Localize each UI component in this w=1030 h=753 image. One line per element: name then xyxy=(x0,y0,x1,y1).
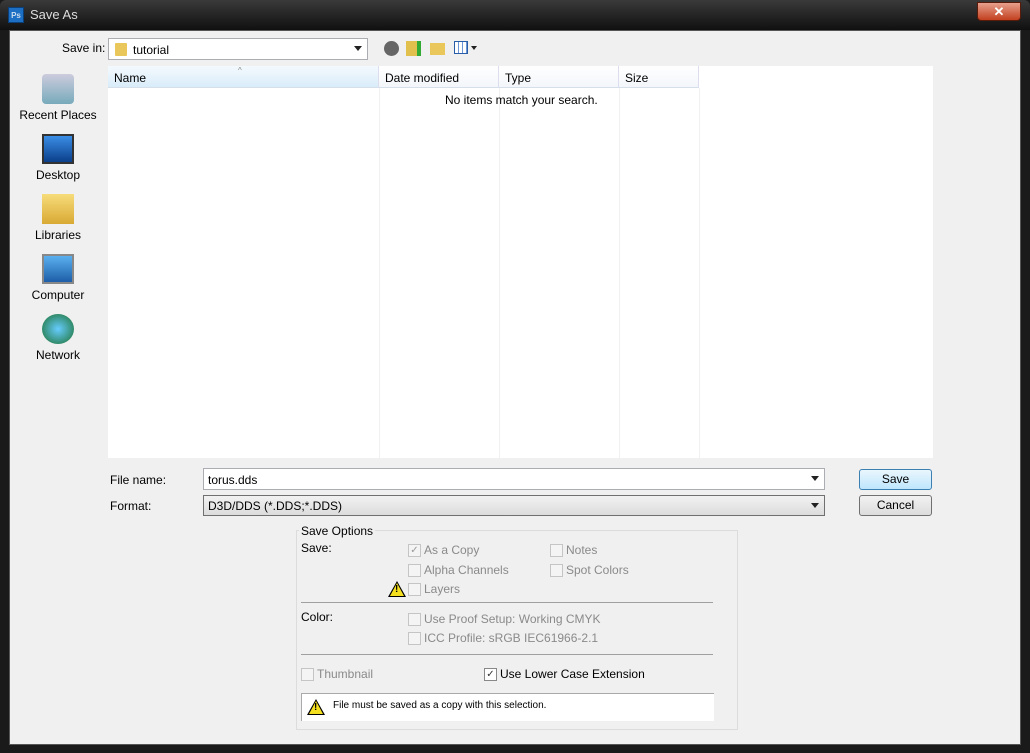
sidebar-label: Computer xyxy=(31,288,85,302)
up-folder-icon[interactable] xyxy=(406,41,421,56)
checkbox-label: Spot Colors xyxy=(566,563,629,577)
column-header-size[interactable]: Size xyxy=(619,66,699,88)
folder-icon xyxy=(115,43,127,56)
save-in-dropdown[interactable]: tutorial xyxy=(108,38,368,60)
chevron-down-icon xyxy=(354,46,362,51)
back-icon[interactable] xyxy=(384,41,399,56)
warning-message: File must be saved as a copy with this s… xyxy=(333,700,547,711)
use-proof-setup-checkbox[interactable]: Use Proof Setup: Working CMYK xyxy=(408,612,601,627)
column-divider xyxy=(699,88,700,458)
file-name-label: File name: xyxy=(110,473,167,487)
sort-ascending-icon: ^ xyxy=(238,66,242,75)
column-divider xyxy=(499,88,500,458)
lower-case-extension-checkbox[interactable]: ✓ Use Lower Case Extension xyxy=(484,667,645,682)
sidebar-item-computer[interactable]: Computer xyxy=(12,254,104,302)
sidebar-item-recent-places[interactable]: Recent Places xyxy=(12,74,104,122)
checkbox-label: Thumbnail xyxy=(317,667,374,681)
checkbox[interactable] xyxy=(408,632,421,646)
divider xyxy=(301,654,713,655)
checkbox-label: Use Lower Case Extension xyxy=(500,667,645,681)
checkbox[interactable] xyxy=(408,613,421,627)
new-folder-icon[interactable] xyxy=(430,43,445,55)
warning-panel: ! File must be saved as a copy with this… xyxy=(301,693,714,721)
alpha-channels-checkbox[interactable]: Alpha Channels xyxy=(408,563,509,578)
sidebar-label: Libraries xyxy=(34,228,82,242)
save-in-value: tutorial xyxy=(133,43,170,57)
save-button[interactable]: Save xyxy=(859,469,932,490)
chevron-down-icon xyxy=(811,503,819,508)
view-chevron-icon[interactable] xyxy=(471,46,477,50)
as-a-copy-checkbox[interactable]: ✓ As a Copy xyxy=(408,543,480,558)
color-label: Color: xyxy=(301,610,334,624)
chevron-down-icon[interactable] xyxy=(811,476,819,481)
sidebar-item-libraries[interactable]: Libraries xyxy=(12,194,104,242)
warning-icon: ! xyxy=(307,699,325,715)
file-name-input[interactable]: torus.dds xyxy=(203,468,825,490)
save-options-title: Save Options xyxy=(299,524,376,538)
file-list[interactable]: Name ^ Date modified Type Size No items … xyxy=(108,66,933,458)
checkbox-label: Layers xyxy=(424,582,461,596)
close-button[interactable]: ✕ xyxy=(977,2,1021,21)
computer-icon xyxy=(42,254,74,284)
checkbox[interactable] xyxy=(408,564,421,578)
warning-icon: ! xyxy=(388,581,406,597)
cancel-button[interactable]: Cancel xyxy=(859,495,932,516)
checkbox[interactable] xyxy=(301,668,314,682)
save-in-label: Save in: xyxy=(62,41,106,55)
checkbox-label: As a Copy xyxy=(424,543,480,557)
thumbnail-checkbox[interactable]: Thumbnail xyxy=(301,667,374,682)
checkbox-label: Use Proof Setup: Working CMYK xyxy=(424,612,601,626)
window-title: Save As xyxy=(30,7,78,22)
sidebar-label: Recent Places xyxy=(19,108,97,122)
spot-colors-checkbox[interactable]: Spot Colors xyxy=(550,563,629,578)
view-menu-icon[interactable] xyxy=(454,41,468,54)
title-bar xyxy=(0,0,1030,30)
libraries-icon xyxy=(42,194,74,224)
recent-places-icon xyxy=(42,74,74,104)
divider xyxy=(301,602,713,603)
notes-checkbox[interactable]: Notes xyxy=(550,543,598,558)
checkbox[interactable] xyxy=(550,544,563,558)
checkbox[interactable]: ✓ xyxy=(484,668,497,682)
checkbox-label: ICC Profile: sRGB IEC61966-2.1 xyxy=(424,631,599,645)
checkbox[interactable] xyxy=(550,564,563,578)
column-header-name[interactable]: Name xyxy=(108,66,379,88)
sidebar-item-desktop[interactable]: Desktop xyxy=(12,134,104,182)
column-divider xyxy=(379,88,380,458)
checkbox-label: Alpha Channels xyxy=(424,563,509,577)
save-label: Save: xyxy=(301,541,332,555)
checkbox[interactable] xyxy=(408,583,421,597)
icc-profile-checkbox[interactable]: ICC Profile: sRGB IEC61966-2.1 xyxy=(408,631,599,646)
format-select[interactable]: D3D/DDS (*.DDS;*.DDS) xyxy=(203,495,825,516)
checkbox[interactable]: ✓ xyxy=(408,544,421,558)
sidebar-label: Desktop xyxy=(35,168,81,182)
format-label: Format: xyxy=(110,499,152,513)
file-name-value: torus.dds xyxy=(208,473,258,487)
column-header-type[interactable]: Type xyxy=(499,66,619,88)
sidebar-label: Network xyxy=(35,348,80,362)
photoshop-icon: Ps xyxy=(8,7,24,23)
checkbox-label: Notes xyxy=(566,543,598,557)
format-value: D3D/DDS (*.DDS;*.DDS) xyxy=(208,499,343,513)
sidebar-item-network[interactable]: Network xyxy=(12,314,104,362)
desktop-icon xyxy=(42,134,74,164)
empty-message: No items match your search. xyxy=(445,93,598,107)
column-header-date-modified[interactable]: Date modified xyxy=(379,66,499,88)
layers-checkbox[interactable]: Layers xyxy=(408,582,461,597)
network-icon xyxy=(42,314,74,344)
column-divider xyxy=(619,88,620,458)
